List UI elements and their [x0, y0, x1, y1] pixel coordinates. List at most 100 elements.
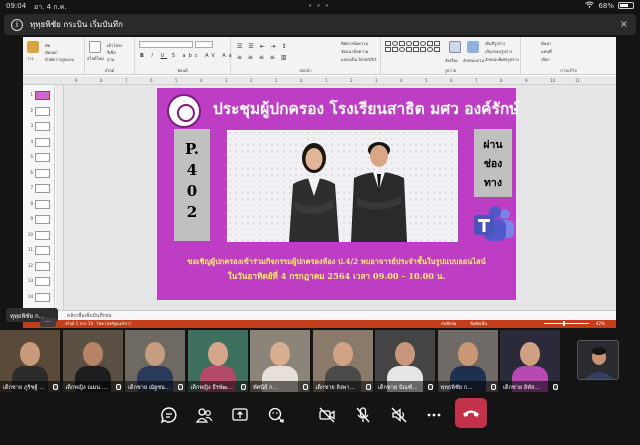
notes-toggle[interactable]: บันทึกย่อ: [441, 320, 456, 328]
comments-toggle[interactable]: ข้อคิดเห็น: [470, 320, 487, 328]
slide-thumbnail[interactable]: 6: [26, 167, 53, 180]
slide-thumbnail[interactable]: 5: [26, 151, 53, 164]
layout-button[interactable]: เค้าโครง: [107, 42, 122, 49]
slide-thumbnail[interactable]: 8: [26, 198, 53, 211]
room-line: 0: [186, 182, 198, 200]
participant-tile[interactable]: ทุทฺธพิชัย ก...: [437, 330, 498, 392]
participant-name: เด็กชาย อิทัส...: [500, 381, 560, 392]
powerpoint-ribbon: วาง ตัด คัดลอก ตัวคัดวางรูปแบบ สไลด์ใหม่…: [23, 37, 616, 75]
shape-effects-button[interactable]: ลักษณะพิเศษรูปร่าง: [485, 56, 519, 63]
participant-tile[interactable]: เด็กชาย ภูริชฐ์ ...: [0, 330, 60, 392]
slide-thumbnail-image: [35, 277, 50, 286]
cut-button[interactable]: ตัด: [45, 42, 50, 49]
more-button[interactable]: [422, 403, 446, 427]
align-text-button[interactable]: จัดแนวข้อความ: [341, 48, 368, 55]
slide-thumbnail[interactable]: 7: [26, 182, 53, 195]
participant-name: ทัศนีย์ ก...: [250, 381, 310, 392]
zoom-level[interactable]: 42%: [596, 320, 605, 328]
slide-thumbnail-image: [35, 292, 50, 302]
participant-tile[interactable]: เด็กชาย ลิงพา...: [312, 330, 373, 392]
ruler-number: 3: [375, 78, 378, 83]
participant-tile[interactable]: เด็กชาย ปัณฑ์...: [375, 330, 435, 392]
find-button[interactable]: ค้นหา: [541, 40, 551, 47]
slide-thumbnail[interactable]: 12: [26, 260, 53, 273]
reset-button[interactable]: รีเซ็ต: [107, 49, 116, 56]
new-slide-button[interactable]: สไลด์ใหม่: [87, 55, 104, 62]
more-icon: [427, 413, 441, 417]
clipboard-group: วาง ตัด คัดลอก ตัวคัดวางรูปแบบ: [23, 37, 85, 75]
slide-thumbnail[interactable]: 2: [26, 105, 53, 118]
slide-thumbnail[interactable]: 14: [26, 291, 53, 304]
hangup-button[interactable]: [455, 398, 487, 428]
slide-thumbnail-image: [35, 261, 50, 271]
slide-number: 9: [30, 216, 33, 221]
zoom-slider[interactable]: [544, 321, 589, 326]
font-name-box[interactable]: [139, 41, 193, 48]
mic-button[interactable]: [351, 403, 375, 427]
participant-tile[interactable]: เด็กหญิง ธีรพัฒ...: [187, 330, 248, 392]
battery-percent: 68%: [598, 1, 614, 10]
slide-number: 6: [30, 169, 33, 175]
participant-tile[interactable]: เด็กหญิง ณมน ...: [62, 330, 123, 392]
chat-button[interactable]: [157, 403, 181, 427]
quick-styles-button[interactable]: ลักษณะด่วน: [463, 57, 484, 64]
ruler-number: 4: [200, 78, 203, 83]
chat-icon: [160, 407, 177, 424]
slide-thumbnail[interactable]: 1: [26, 89, 53, 102]
section-button[interactable]: ส่วน: [107, 56, 114, 63]
more-options-icon[interactable]: ...: [40, 318, 56, 327]
speaker-button[interactable]: [387, 403, 411, 427]
participant-tile[interactable]: เด็กชาย ณัฐชน...: [125, 330, 185, 392]
ruler-number: 1: [275, 78, 278, 83]
font-size-box[interactable]: [195, 41, 213, 48]
participant-tile[interactable]: เด็กชาย อิทัส...: [500, 330, 560, 392]
participant-tile[interactable]: ทัศนีย์ ก...: [250, 330, 310, 392]
hangup-icon: [463, 410, 479, 417]
shapes-gallery[interactable]: [385, 41, 440, 52]
speaker-off-icon: [391, 407, 407, 423]
notes-pane[interactable]: คลิกเพื่อเพิ่มบันทึกย่อ: [23, 310, 616, 320]
slide[interactable]: ประชุมผู้ปกครอง โรงเรียนสาธิต มศว องค์รั…: [157, 88, 519, 300]
room-line: 4: [186, 161, 198, 179]
editing-group-label: การแก้ไข: [560, 68, 577, 73]
slide-info: สไลด์ 1 จาก 14 ไทย (สหรัฐอเมริกา): [65, 321, 131, 326]
arrange-button[interactable]: จัดเรียง: [445, 57, 458, 64]
copy-button[interactable]: คัดลอก: [45, 49, 58, 56]
ruler-number: 9: [75, 78, 78, 83]
mic-muted-icon: [490, 384, 496, 390]
slide-thumbnail[interactable]: 10: [26, 229, 53, 242]
participants-button[interactable]: [192, 403, 216, 427]
reactions-button[interactable]: [264, 403, 288, 427]
select-button[interactable]: เลือก: [541, 56, 550, 63]
ruler-number: 5: [175, 78, 178, 83]
multitasking-dots-icon[interactable]: • • •: [308, 2, 330, 10]
font-format-buttons[interactable]: B I U S abc AV Aa: [140, 53, 235, 59]
slide-thumbnail[interactable]: 3: [26, 120, 53, 133]
new-slide-icon[interactable]: [89, 41, 101, 53]
horizontal-ruler: 9 8 7 6 5 4 3 2 1 0 1 2 3 4 5 6 7 8 9 10 11: [23, 76, 616, 85]
replace-button[interactable]: แทนที่: [541, 48, 552, 55]
close-icon[interactable]: ×: [620, 19, 628, 30]
paste-icon[interactable]: [27, 41, 39, 53]
ruler-number: 8: [100, 78, 103, 83]
shape-outline-button[interactable]: เส้นกรอบรูปร่าง: [485, 48, 512, 55]
text-direction-button[interactable]: ทิศทางข้อความ: [341, 40, 368, 47]
camera-button[interactable]: [315, 403, 339, 427]
smartart-button[interactable]: แปลงเป็น SmartArt: [341, 56, 376, 63]
self-video-tile[interactable]: [577, 340, 619, 380]
slide-thumbnail[interactable]: 4: [26, 136, 53, 149]
slide-thumbnail[interactable]: 13: [26, 275, 53, 288]
slide-thumbnail[interactable]: 9: [26, 213, 53, 226]
shape-fill-button[interactable]: เติมสีรูปร่าง: [485, 40, 505, 47]
share-button[interactable]: [228, 403, 252, 427]
slide-thumbnail[interactable]: 11: [26, 244, 53, 257]
mic-muted-icon: [240, 384, 246, 390]
arrange-icon[interactable]: [449, 41, 461, 53]
align-buttons[interactable]: ≡ ≡ ≡ ≡ ▥: [237, 54, 288, 61]
microsoft-teams-logo: [474, 206, 514, 241]
date-time-text: ในวันอาทิตย์ที่ 4 กรกฎาคม 2564 เวลา 09.0…: [227, 271, 446, 281]
format-painter-button[interactable]: ตัวคัดวางรูปแบบ: [45, 56, 74, 63]
list-buttons[interactable]: ☰ ☰ ⇤ ⇥ ↕: [237, 43, 288, 50]
quick-styles-icon[interactable]: [467, 41, 479, 53]
paste-button[interactable]: วาง: [27, 55, 33, 62]
